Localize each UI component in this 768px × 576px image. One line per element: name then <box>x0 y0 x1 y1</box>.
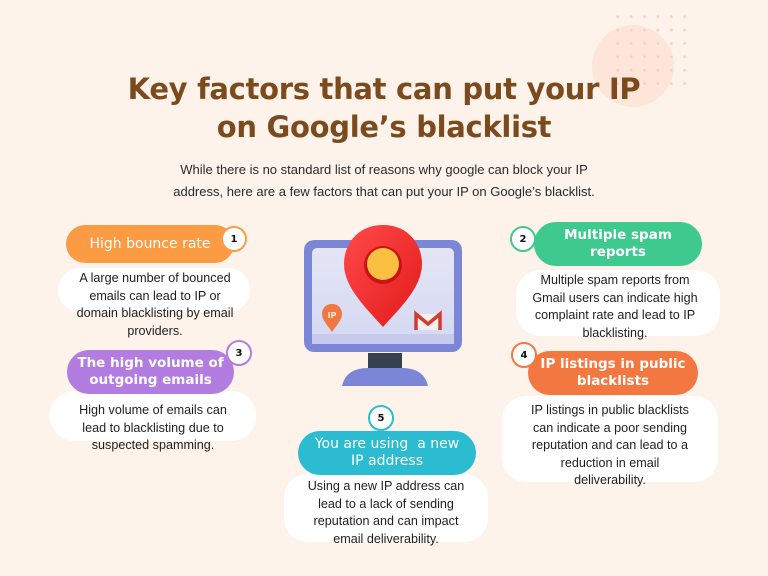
desc-line: Using a new IP address can <box>307 479 465 493</box>
heading-line: outgoing emails <box>89 372 212 388</box>
heading-line: The high volume of <box>77 355 224 371</box>
monitor-illustration: IP <box>304 225 462 386</box>
factor-4-number-badge: 4 <box>511 342 537 368</box>
desc-line: Gmail users can indicate high <box>532 290 698 305</box>
desc-line: blacklisting. <box>582 325 648 340</box>
title-line-1: Key factors that can put your IP <box>127 72 641 106</box>
desc-line: Multiple spam reports from <box>540 273 690 287</box>
factor-4-description: IP listings in public blacklists can ind… <box>500 402 720 490</box>
heading-line: Multiple spam <box>564 227 672 243</box>
desc-line: lead to blacklisting due to <box>82 420 224 435</box>
gmail-icon <box>414 310 442 330</box>
page-title: Key factors that can put your IP on Goog… <box>0 70 768 146</box>
desc-line: suspected spamming. <box>91 438 215 452</box>
desc-line: complaint rate and lead to IP <box>534 308 696 322</box>
heading-line: You are using a new <box>314 436 460 452</box>
heading-text: High bounce rate <box>89 235 211 252</box>
desc-line: IP listings in public blacklists <box>531 403 689 417</box>
desc-line: reputation and can lead to a <box>531 438 689 452</box>
svg-text:IP: IP <box>328 311 337 320</box>
factor-5-heading: You are using a new IP address <box>298 431 476 475</box>
intro-line-1: While there is no standard list of reaso… <box>180 162 588 177</box>
factor-3-description: High volume of emails can lead to blackl… <box>50 402 256 455</box>
desc-line: A large number of bounced <box>79 271 231 285</box>
heading-line: IP listings in public <box>540 356 686 372</box>
factor-2-number-badge: 2 <box>510 226 536 252</box>
desc-line: lead to a lack of sending <box>318 496 454 511</box>
factor-2-heading: Multiple spam reports <box>534 222 702 266</box>
factor-2-description: Multiple spam reports from Gmail users c… <box>510 272 720 342</box>
factor-1-description: A large number of bounced emails can lea… <box>52 270 258 340</box>
factor-3-number-badge: 3 <box>226 340 252 366</box>
desc-line: email deliverability. <box>333 531 439 546</box>
intro-line-2: address, here are a few factors that can… <box>173 184 595 199</box>
factor-1-heading: High bounce rate <box>66 225 234 263</box>
title-line-2: on Google’s blacklist <box>216 110 552 144</box>
desc-line: providers. <box>127 323 183 338</box>
heading-line: reports <box>590 244 646 260</box>
factor-5-description: Using a new IP address can lead to a lac… <box>282 478 490 548</box>
factor-4-heading: IP listings in public blacklists <box>528 351 698 395</box>
desc-line: reputation and can impact <box>313 514 459 528</box>
intro-text: While there is no standard list of reaso… <box>0 159 768 203</box>
heading-line: IP address <box>350 453 423 469</box>
desc-line: reduction in email <box>560 455 660 470</box>
factor-1-number-badge: 1 <box>221 226 247 252</box>
desc-line: High volume of emails can <box>79 403 227 417</box>
factor-3-heading: The high volume of outgoing emails <box>67 350 234 394</box>
desc-line: emails can lead to IP or <box>89 288 221 303</box>
heading-line: blacklists <box>576 373 650 389</box>
factor-5-number-badge: 5 <box>368 405 394 431</box>
desc-line: deliverability. <box>574 473 646 487</box>
desc-line: can indicate a poor sending <box>532 420 688 435</box>
desc-line: domain blacklisting by email <box>76 306 234 320</box>
